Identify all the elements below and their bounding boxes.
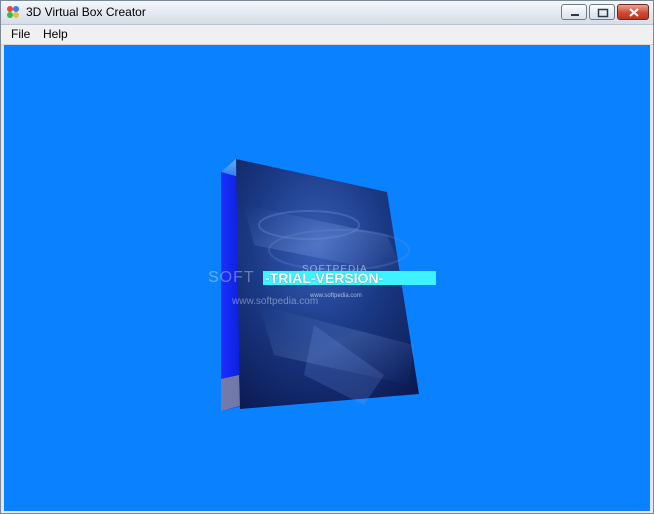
- app-window: 3D Virtual Box Creator File Help SOFT SO…: [0, 0, 654, 514]
- app-icon[interactable]: [6, 5, 20, 19]
- menu-file[interactable]: File: [7, 27, 34, 41]
- window-title: 3D Virtual Box Creator: [26, 5, 146, 19]
- 3d-viewport[interactable]: SOFT SOFTPEDIA www.softpedia.com www.sof…: [4, 45, 650, 511]
- menu-bar: File Help: [1, 25, 653, 45]
- trial-version-banner: -TRIAL-VERSION-: [263, 271, 436, 285]
- minimize-icon: [571, 14, 579, 16]
- maximize-icon: [597, 8, 609, 18]
- maximize-button[interactable]: [589, 4, 615, 20]
- close-button[interactable]: [617, 4, 649, 20]
- menu-help[interactable]: Help: [39, 27, 72, 41]
- close-icon: [629, 8, 639, 17]
- minimize-button[interactable]: [561, 4, 587, 20]
- box-url-text: www.softpedia.com: [232, 296, 319, 307]
- title-bar[interactable]: 3D Virtual Box Creator: [1, 1, 653, 25]
- box-small-url: www.softpedia.com: [310, 293, 362, 299]
- box-watermark: SOFT: [208, 269, 255, 286]
